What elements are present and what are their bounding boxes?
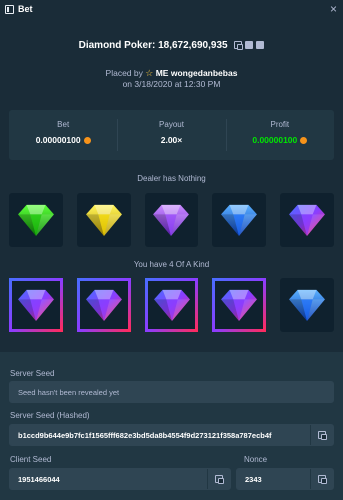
- player-hand-label: You have 4 Of A Kind: [133, 260, 210, 269]
- facebook-icon[interactable]: [245, 41, 254, 50]
- modal-title: Bet: [18, 4, 33, 14]
- copy-icon: [215, 475, 224, 484]
- gem-blue-icon: [220, 203, 258, 237]
- gem-yellow-icon: [85, 203, 123, 237]
- gem-red-blue-icon: [288, 203, 326, 237]
- copy-client-button[interactable]: [207, 469, 230, 489]
- bet-headline: Diamond Poker: 18,672,690,935: [0, 40, 343, 51]
- placed-info: Placed by ☆ ME wongedanbebas on 3/18/202…: [0, 68, 343, 90]
- stat-bet: Bet 0.00000100: [9, 110, 117, 160]
- hashed-seed-label: Server Seed (Hashed): [10, 411, 90, 420]
- bet-stats: Bet 0.00000100 Payout 2.00× Profit 0.000…: [9, 110, 334, 160]
- bet-modal: Bet × Diamond Poker: 18,672,690,935 Plac…: [0, 0, 343, 500]
- placed-prefix: Placed by: [105, 68, 143, 78]
- server-seed-field[interactable]: Seed hasn't been revealed yet: [9, 381, 334, 403]
- copy-icon: [318, 431, 327, 440]
- player-card-4: [212, 278, 267, 332]
- stat-profit-label: Profit: [270, 120, 290, 129]
- copy-hashed-button[interactable]: [310, 425, 333, 445]
- dealer-card-2: [76, 193, 131, 247]
- dealer-card-4: [212, 193, 267, 247]
- client-seed-value: 1951466044: [18, 474, 60, 484]
- dealer-card-3: [144, 193, 199, 247]
- player-hand: [9, 278, 335, 332]
- gem-red-blue-icon: [153, 288, 191, 322]
- client-seed-field[interactable]: 1951466044: [9, 468, 231, 490]
- placed-date: on 3/18/2020 at 12:30 PM: [122, 79, 221, 89]
- bet-id-text: Diamond Poker: 18,672,690,935: [78, 40, 228, 51]
- copy-icon[interactable]: [234, 41, 244, 51]
- copy-icon: [318, 475, 327, 484]
- gem-blue-icon: [288, 288, 326, 322]
- nonce-value: 2343: [245, 474, 262, 484]
- vip-star-icon: ☆: [145, 68, 154, 78]
- server-seed-placeholder: Seed hasn't been revealed yet: [18, 387, 120, 397]
- stat-profit-value: 0.00000100: [252, 135, 298, 145]
- server-seed-label: Server Seed: [10, 369, 55, 378]
- stat-payout-value: 2.00×: [160, 135, 183, 145]
- btc-coin-icon: [300, 136, 308, 144]
- fairness-panel: Server Seed Seed hasn't been revealed ye…: [0, 352, 343, 500]
- gem-purple-icon: [152, 203, 190, 237]
- gem-red-blue-icon: [85, 288, 123, 322]
- close-icon[interactable]: ×: [330, 2, 337, 16]
- stat-payout: Payout 2.00×: [117, 110, 225, 160]
- dealer-hand-label: Dealer has Nothing: [137, 174, 206, 183]
- dealer-hand: [9, 193, 334, 247]
- modal-header: Bet ×: [0, 0, 343, 20]
- gem-red-blue-icon: [220, 288, 258, 322]
- dealer-card-1: [9, 193, 63, 247]
- btc-coin-icon: [83, 136, 91, 144]
- nonce-field[interactable]: 2343: [236, 468, 334, 490]
- stat-payout-label: Payout: [159, 120, 184, 129]
- client-seed-label: Client Seed: [10, 455, 52, 464]
- twitter-icon[interactable]: [256, 41, 265, 50]
- window-icon: [5, 5, 14, 14]
- gem-green-icon: [17, 203, 55, 237]
- player-card-3: [144, 278, 199, 332]
- copy-nonce-button[interactable]: [310, 469, 333, 489]
- stat-profit: Profit 0.00000100: [225, 110, 334, 160]
- stat-bet-value: 0.00000100: [35, 135, 81, 145]
- player-card-1: [9, 278, 63, 332]
- hashed-seed-field[interactable]: b1ccd9b644e9b7fc1f1565fff682e3bd5da8b455…: [9, 424, 334, 446]
- player-card-2: [76, 278, 131, 332]
- stat-bet-label: Bet: [57, 120, 70, 129]
- player-card-5: [280, 278, 335, 332]
- nonce-label: Nonce: [244, 455, 268, 464]
- hashed-seed-value: b1ccd9b644e9b7fc1f1565fff682e3bd5da8b455…: [18, 430, 272, 440]
- gem-red-blue-icon: [17, 288, 55, 322]
- dealer-card-5: [280, 193, 334, 247]
- username-link[interactable]: ME wongedanbebas: [156, 68, 238, 78]
